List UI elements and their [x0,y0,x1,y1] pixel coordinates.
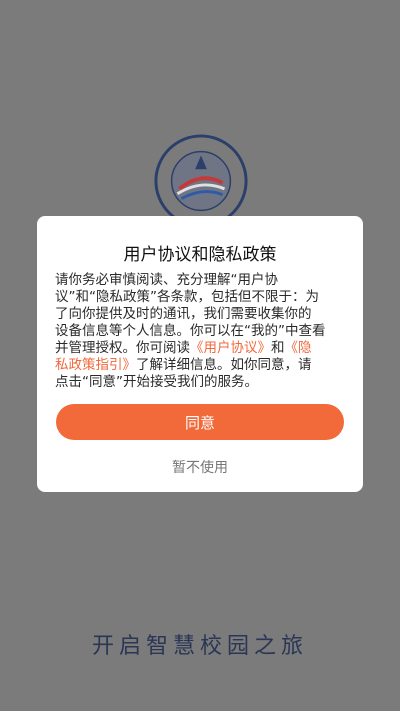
body-line: 议”和“隐私政策”各条款，包括但不限于：为 [55,289,319,305]
body-line: 设备信息等个人信息。你可以在“我的”中查看 [55,323,326,339]
body-line: 并管理授权。你可阅读《用户协议》和《隐 [55,340,312,356]
slogan-text: 开启智慧校园之旅 [91,634,308,659]
body-line: 了向你提供及时的通讯，我们需要收集你的 [55,306,312,322]
user-agreement-link[interactable]: 《用户协议》 [190,340,271,356]
dialog-title: 用户协议和隐私政策 [123,245,277,265]
body-line: 私政策指引》了解详细信息。如你同意，请 [55,357,312,373]
privacy-policy-link-continued[interactable]: 私政策指引》 [55,357,136,373]
privacy-policy-link[interactable]: 《隐 [285,340,312,356]
agree-button[interactable]: 同意 [56,404,344,440]
decline-button[interactable]: 暂不使用 [37,457,363,477]
dialog-body: 请你务必审慎阅读、充分理解“用户协 议”和“隐私政策”各条款，包括但不限于：为 … [55,272,347,391]
body-line: 请你务必审慎阅读、充分理解“用户协 [55,272,278,288]
privacy-dialog: 用户协议和隐私政策 请你务必审慎阅读、充分理解“用户协 议”和“隐私政策”各条款… [37,216,363,492]
body-line: 点击“同意”开始接受我们的服务。 [55,374,258,390]
